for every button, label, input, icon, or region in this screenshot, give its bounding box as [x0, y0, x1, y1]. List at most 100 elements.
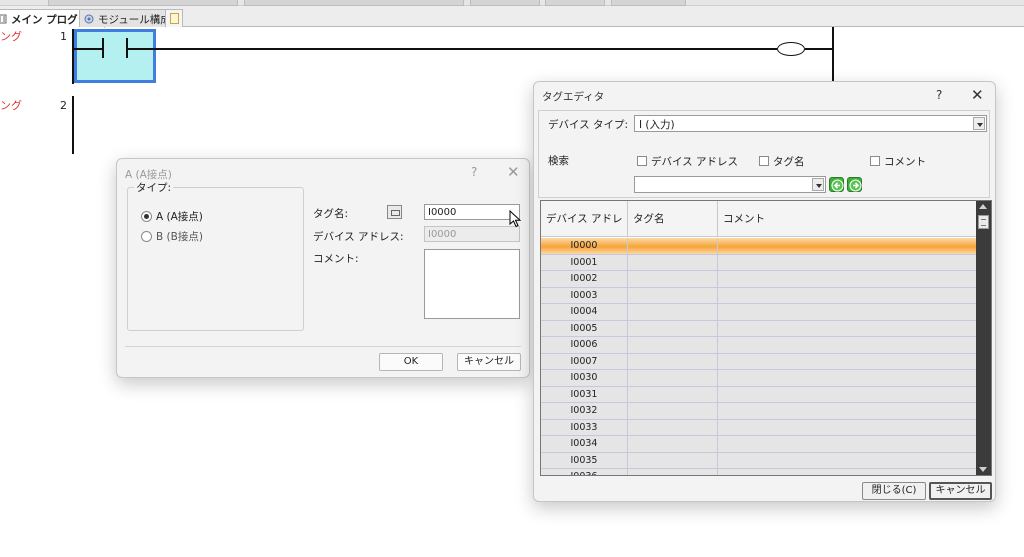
search-next-button[interactable]	[847, 177, 862, 192]
cell-tag-name[interactable]	[628, 419, 718, 435]
cell-comment[interactable]	[718, 420, 977, 436]
table-row[interactable]: I0003	[541, 287, 977, 304]
new-document-icon	[170, 13, 179, 24]
table-row[interactable]: I0033	[541, 419, 977, 436]
cancel-button[interactable]: キャンセル	[457, 353, 521, 371]
cell-device-address: I0002	[541, 271, 628, 287]
search-by-device-address-checkbox[interactable]: デバイス アドレス	[637, 154, 738, 169]
checkbox-box	[870, 156, 880, 166]
column-header-device-address[interactable]: デバイス アドレス	[541, 201, 628, 261]
cell-comment[interactable]	[718, 288, 977, 304]
wire	[805, 48, 833, 50]
cell-comment[interactable]	[718, 337, 977, 353]
table-row[interactable]: I0030	[541, 370, 977, 387]
device-address-label: デバイス アドレス:	[313, 231, 404, 243]
cell-device-address: I0000	[541, 238, 628, 254]
cell-tag-name[interactable]	[628, 337, 718, 353]
dialog-separator	[125, 346, 521, 347]
table-row[interactable]: I0031	[541, 386, 977, 403]
tag-table: デバイス アドレス タグ名 コメント I0000I0001I0002I0003I…	[540, 200, 992, 476]
rung-label: ング	[0, 30, 22, 43]
cell-comment[interactable]	[718, 469, 977, 475]
browse-icon[interactable]	[387, 205, 402, 219]
search-by-comment-checkbox[interactable]: コメント	[870, 154, 926, 169]
cell-comment[interactable]	[718, 370, 977, 386]
close-editor-button[interactable]: 閉じる(C)	[862, 482, 926, 500]
tab-module-config[interactable]: モジュール構成	[79, 9, 178, 27]
help-button[interactable]: ?	[936, 88, 942, 102]
cell-tag-name[interactable]	[628, 353, 718, 369]
cell-comment[interactable]	[718, 255, 977, 271]
cell-comment[interactable]	[718, 387, 977, 403]
tag-name-field[interactable]: I0000	[424, 204, 520, 220]
new-tab-button[interactable]	[165, 9, 183, 27]
radio-type-a[interactable]: A (A接点)	[141, 209, 203, 224]
table-row[interactable]: I0004	[541, 304, 977, 321]
device-address-field: I0000	[424, 226, 520, 242]
cell-tag-name[interactable]	[628, 469, 718, 475]
search-previous-button[interactable]	[829, 177, 844, 192]
cell-comment[interactable]	[718, 436, 977, 452]
cell-comment[interactable]	[718, 238, 977, 254]
cell-tag-name[interactable]	[628, 287, 718, 303]
checkbox-label: タグ名	[773, 156, 805, 168]
cell-tag-name[interactable]	[628, 386, 718, 402]
cell-comment[interactable]	[718, 271, 977, 287]
cell-device-address: I0034	[541, 436, 628, 452]
device-type-dropdown[interactable]: I (入力)	[634, 115, 987, 132]
cell-tag-name[interactable]	[628, 436, 718, 452]
cell-tag-name[interactable]	[628, 320, 718, 336]
checkbox-box	[637, 156, 647, 166]
arrow-right-icon	[849, 179, 862, 192]
cell-tag-name[interactable]	[628, 370, 718, 386]
tab-label: モジュール構成	[98, 14, 171, 26]
close-button[interactable]: ✕	[507, 163, 520, 181]
table-row[interactable]: I0007	[541, 353, 977, 370]
table-row[interactable]: I0006	[541, 337, 977, 354]
search-by-tag-name-checkbox[interactable]: タグ名	[759, 154, 805, 169]
contact-properties-dialog: A (A接点) ? ✕ タイプ: A (A接点) B (B接点) タグ名: I0…	[116, 158, 530, 378]
radio-indicator	[141, 211, 152, 222]
selected-contact-cell[interactable]	[74, 29, 156, 83]
checkbox-label: デバイス アドレス	[651, 156, 739, 168]
table-row[interactable]: I0036	[541, 469, 977, 475]
cell-comment[interactable]	[718, 403, 977, 419]
cell-comment[interactable]	[718, 321, 977, 337]
close-button[interactable]: ✕	[971, 86, 984, 104]
cell-tag-name[interactable]	[628, 238, 718, 254]
radio-indicator	[141, 231, 152, 242]
dialog-title-bar: A (A接点) ? ✕	[117, 159, 529, 187]
ok-button[interactable]: OK	[379, 353, 443, 371]
cell-tag-name[interactable]	[628, 403, 718, 419]
table-row[interactable]: I0005	[541, 320, 977, 337]
cell-tag-name[interactable]	[628, 254, 718, 270]
output-coil[interactable]	[777, 42, 805, 56]
cell-tag-name[interactable]	[628, 452, 718, 468]
table-row[interactable]: I0001	[541, 254, 977, 271]
scroll-down-icon[interactable]	[979, 467, 987, 472]
table-scrollbar[interactable]	[976, 201, 991, 475]
table-row[interactable]: I0032	[541, 403, 977, 420]
scroll-up-icon[interactable]	[979, 204, 987, 209]
cell-tag-name[interactable]	[628, 271, 718, 287]
table-row[interactable]: I0002	[541, 271, 977, 288]
help-button[interactable]: ?	[471, 165, 477, 179]
column-header-tag-name[interactable]: タグ名	[628, 201, 718, 237]
cell-comment[interactable]	[718, 304, 977, 320]
table-row[interactable]: I0035	[541, 452, 977, 469]
type-group-label: タイプ:	[134, 180, 174, 195]
comment-field[interactable]	[424, 249, 520, 319]
wire	[74, 48, 102, 50]
radio-type-b[interactable]: B (B接点)	[141, 229, 203, 244]
scroll-thumb[interactable]	[978, 215, 989, 229]
contact-symbol	[102, 38, 104, 58]
search-input[interactable]	[634, 176, 826, 193]
cell-device-address: I0004	[541, 304, 628, 320]
tag-editor-cancel-button[interactable]: キャンセル	[929, 482, 992, 500]
cell-tag-name[interactable]	[628, 304, 718, 320]
table-row[interactable]: I0000	[541, 238, 977, 255]
cell-comment[interactable]	[718, 354, 977, 370]
cell-comment[interactable]	[718, 453, 977, 469]
table-row[interactable]: I0034	[541, 436, 977, 453]
column-header-comment[interactable]: コメント	[718, 201, 977, 237]
